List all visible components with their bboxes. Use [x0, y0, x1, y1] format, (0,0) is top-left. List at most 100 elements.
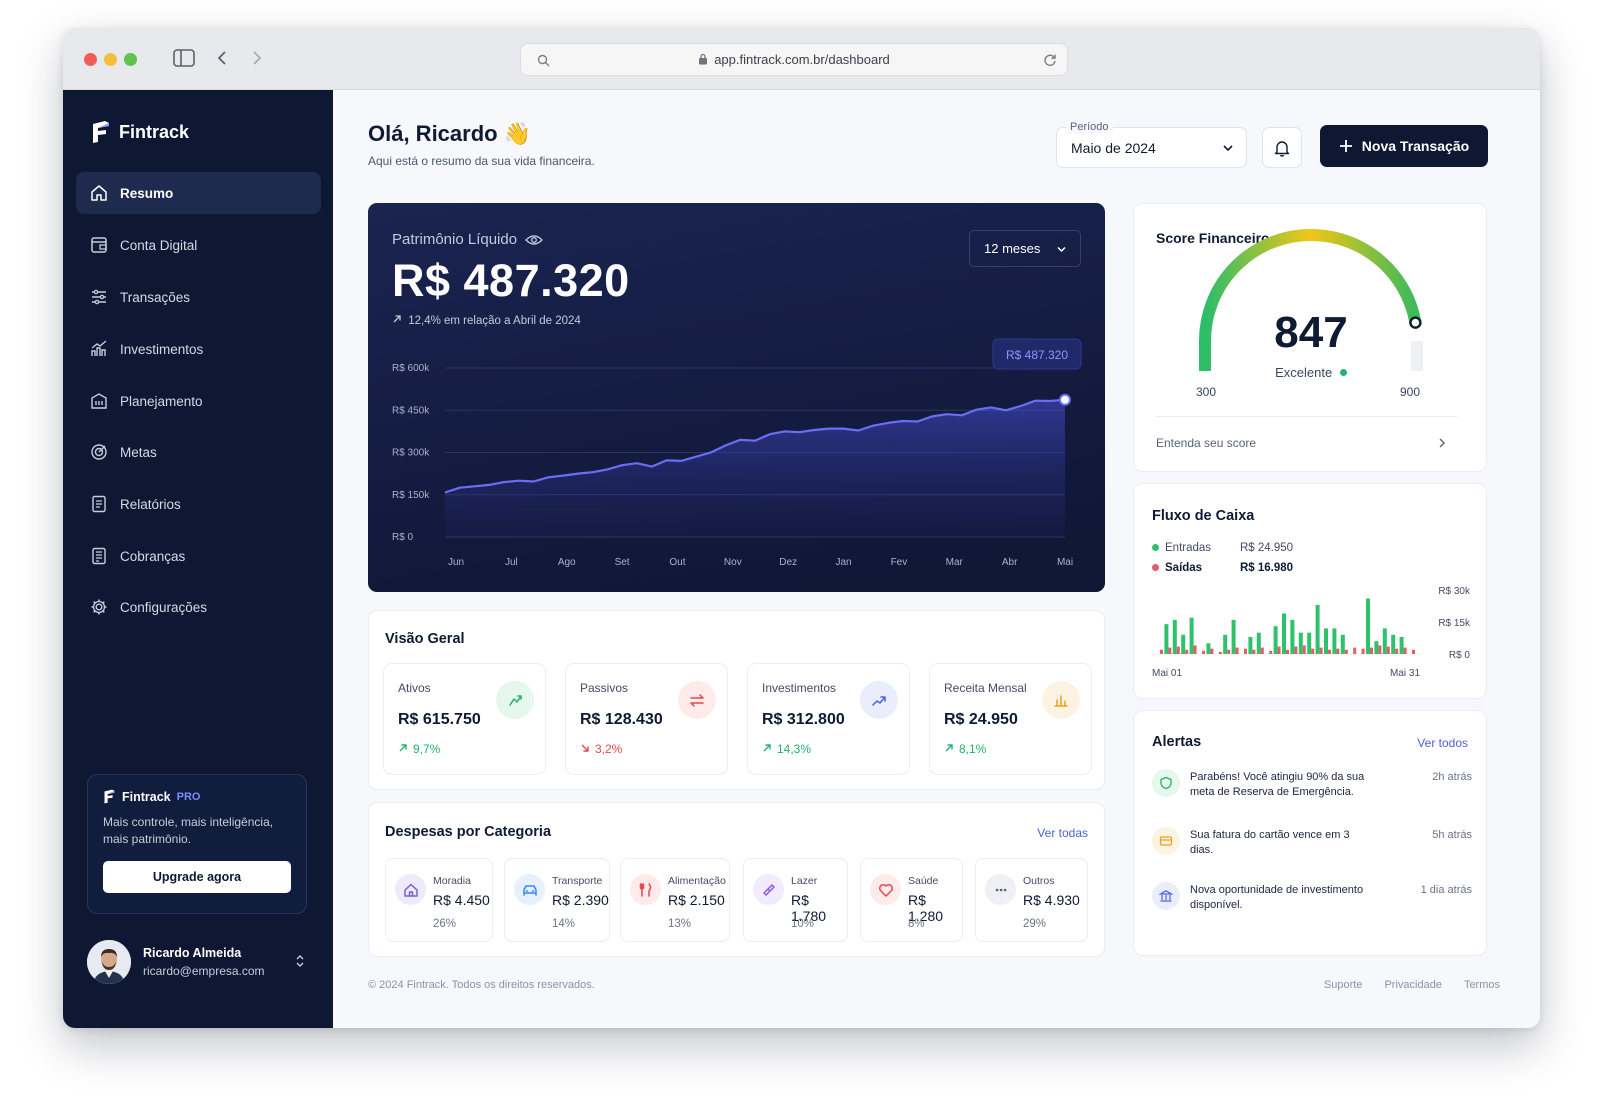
kpi-card[interactable]: Passivos R$ 128.430 3,2% — [565, 663, 728, 775]
exit-bar — [1386, 646, 1390, 654]
sidebar-item-metas[interactable]: Metas — [76, 431, 321, 473]
page-title: Olá, Ricardo 👋 — [368, 121, 532, 146]
category-card[interactable]: Lazer R$ 1.780 10% — [743, 858, 848, 942]
category-name: Moradia — [433, 875, 471, 887]
y-tick-label: R$ 600k — [392, 363, 430, 374]
y-tick-label: R$ 15k — [1438, 618, 1471, 629]
address-bar[interactable]: app.fintrack.com.br/dashboard — [520, 43, 1068, 76]
page-subtitle: Aqui está o resumo da sua vida financeir… — [368, 154, 595, 168]
kpi-value: R$ 24.950 — [944, 711, 1018, 728]
category-value: R$ 4.450 — [433, 892, 490, 908]
entry-bar — [1181, 634, 1186, 654]
entry-bar — [1399, 636, 1404, 654]
exit-bar — [1344, 649, 1348, 654]
trend-up-icon — [860, 681, 898, 719]
target-icon — [91, 444, 107, 460]
upgrade-button[interactable]: Upgrade agora — [103, 861, 291, 893]
exit-bar — [1403, 647, 1407, 654]
pro-tag: PRO — [176, 790, 201, 803]
entry-bar — [1282, 613, 1286, 654]
forward-icon[interactable] — [251, 50, 263, 66]
sidebar-item-conta-digital[interactable]: Conta Digital — [76, 224, 321, 266]
score-link[interactable]: Entenda seu score — [1156, 436, 1256, 450]
kpi-card[interactable]: Receita Mensal R$ 24.950 8,1% — [929, 663, 1092, 775]
maximize-window-button[interactable] — [124, 53, 137, 66]
category-name: Alimentação — [668, 875, 726, 887]
exit-bar — [1168, 647, 1172, 654]
entry-bar — [1164, 624, 1169, 654]
exit-bar — [1269, 650, 1273, 654]
sidebar-item-transacoes[interactable]: Transações — [76, 276, 321, 318]
expenses-see-all-link[interactable]: Ver todas — [1037, 826, 1088, 840]
reload-icon[interactable] — [1043, 53, 1057, 67]
x-tick-label: Fev — [891, 557, 908, 568]
x-tick-label: Jan — [835, 557, 851, 568]
new-transaction-button[interactable]: Nova Transação — [1320, 125, 1488, 167]
category-card[interactable]: Transporte R$ 2.390 14% — [504, 858, 610, 942]
kpi-label: Receita Mensal — [944, 681, 1027, 695]
category-name: Transporte — [552, 875, 603, 887]
y-tick-label: R$ 300k — [392, 448, 430, 459]
sidebar-item-investimentos[interactable]: Investimentos — [76, 328, 321, 370]
exit-bar — [1176, 646, 1180, 654]
assets-icon — [496, 681, 534, 719]
notifications-button[interactable] — [1262, 127, 1302, 168]
invoice-icon — [92, 547, 106, 565]
sidebar-item-resumo[interactable]: Resumo — [76, 172, 321, 214]
heart-icon — [870, 874, 901, 905]
minimize-window-button[interactable] — [104, 53, 117, 66]
user-profile[interactable]: Ricardo Almeida ricardo@empresa.com — [87, 938, 307, 986]
sidebar-item-configuracoes[interactable]: Configurações — [76, 586, 321, 628]
score-label-text: Excelente — [1275, 365, 1333, 380]
footer-link-privacy[interactable]: Privacidade — [1384, 979, 1441, 991]
alert-time: 1 dia atrás — [1420, 884, 1472, 896]
data-point-marker — [1059, 393, 1071, 406]
entry-bar — [1223, 634, 1228, 654]
exit-bar — [1302, 645, 1306, 654]
category-card[interactable]: Moradia R$ 4.450 26% — [385, 858, 493, 942]
alerts-see-all-link[interactable]: Ver todos — [1417, 736, 1468, 750]
category-card[interactable]: Saúde R$ 1.280 8% — [860, 858, 963, 942]
exit-bar — [1336, 648, 1340, 654]
kpi-card[interactable]: Ativos R$ 615.750 9,7% — [383, 663, 546, 775]
entry-bar — [1391, 634, 1396, 654]
sidebar-item-cobrancas[interactable]: Cobranças — [76, 535, 321, 577]
category-name: Saúde — [908, 875, 939, 887]
sidebar-item-relatorios[interactable]: Relatórios — [76, 483, 321, 525]
y-tick-label: R$ 0 — [1449, 650, 1471, 661]
y-tick-label: R$ 450k — [392, 405, 430, 416]
footer-link-terms[interactable]: Termos — [1464, 979, 1500, 991]
kpi-change-text: 3,2% — [595, 742, 623, 756]
exit-bar — [1395, 648, 1399, 654]
category-value: R$ 4.930 — [1023, 892, 1080, 908]
sidebar-item-label: Metas — [120, 444, 157, 460]
category-percent: 26% — [433, 918, 457, 930]
x-tick-label: Ago — [558, 557, 576, 568]
expenses-card: Despesas por Categoria Ver todas Moradia… — [368, 802, 1105, 957]
x-tick-label: Abr — [1002, 557, 1018, 568]
category-card[interactable]: Alimentação R$ 2.150 13% — [620, 858, 730, 942]
chevron-right-icon[interactable] — [1438, 437, 1446, 449]
sidebar-item-planejamento[interactable]: Planejamento — [76, 380, 321, 422]
sidebar-item-label: Configurações — [120, 599, 208, 615]
kpi-change: 3,2% — [580, 742, 622, 756]
kpi-card[interactable]: Investimentos R$ 312.800 14,3% — [747, 663, 910, 775]
category-card[interactable]: Outros R$ 4.930 29% — [975, 858, 1088, 942]
sidebar-toggle-icon[interactable] — [173, 49, 195, 67]
exit-bar — [1319, 647, 1323, 654]
back-icon[interactable] — [216, 50, 228, 66]
more-icon — [985, 874, 1016, 905]
close-window-button[interactable] — [84, 53, 97, 66]
entry-bar — [1290, 619, 1295, 654]
y-tick-label: R$ 30k — [1438, 586, 1471, 597]
kpi-change: 9,7% — [398, 742, 440, 756]
chevron-up-down-icon[interactable] — [295, 953, 305, 969]
category-name: Lazer — [791, 875, 818, 887]
footer-link-support[interactable]: Suporte — [1324, 979, 1363, 991]
kpi-change-text: 14,3% — [777, 742, 812, 756]
bank-icon — [1152, 882, 1180, 910]
sidebar-item-label: Investimentos — [120, 341, 204, 357]
period-select[interactable]: Período Maio de 2024 — [1056, 121, 1247, 168]
browser-window: app.fintrack.com.br/dashboard Fintrack R… — [63, 28, 1540, 1028]
brand-logo[interactable]: Fintrack — [91, 120, 189, 144]
